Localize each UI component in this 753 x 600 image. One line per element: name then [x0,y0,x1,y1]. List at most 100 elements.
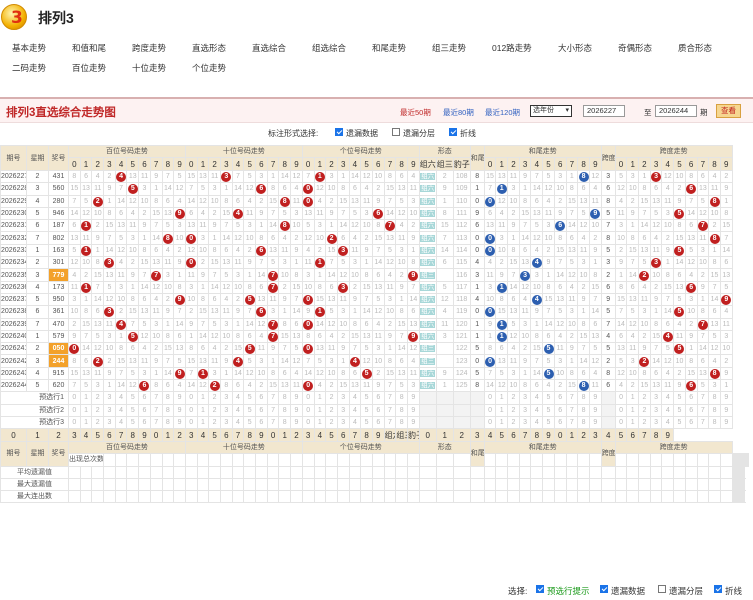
miss-cell: 15 [184,169,198,184]
stat-cell [126,490,140,504]
miss-cell: 14 [290,305,303,319]
query-button[interactable]: 查看 [716,104,741,118]
miss-cell: 15 [542,292,555,307]
miss-cell: 12 [149,280,163,294]
nav-item-0-2[interactable]: 跨度走势 [132,42,166,54]
polyline-checkbox[interactable] [449,128,457,136]
predict-row[interactable]: 预选行2 0 1 2 3 4 5 6 7 8 9 0 1 2 3 4 5 6 7 8 9 0 1 2 3 4 5 6 7 8 9 0 1 2 3 4 5… [0,403,749,417]
miss-cell: 3 [360,206,373,221]
miss-cell: 1 [313,268,327,282]
hit-cell: 1 [495,329,509,344]
nav-item-0-6[interactable]: 和尾走势 [372,42,406,54]
miss-cell: 15 [684,366,698,381]
miss-cell: 5 [719,280,733,294]
shape-cell: 组六 [418,219,437,233]
stat-cell [626,477,640,492]
digit-header: 6 [371,157,385,171]
miss-cell: 3 [483,280,497,294]
miss-cell: 13 [68,231,81,245]
digit-header: 9 [371,428,385,443]
miss-cell: 7 [719,231,733,245]
predict-digit: 7 [149,391,163,405]
miss-cell: 14 [138,280,151,294]
nav-item-0-11[interactable]: 质合形态 [678,42,712,54]
stat-cell [395,477,408,492]
predict-row[interactable]: 预选行1 0 1 2 3 4 5 6 7 8 9 0 1 2 3 4 5 6 7 8 9 0 1 2 3 4 5 6 7 8 9 0 1 2 3 4 5… [0,391,749,405]
predict-hint-checkbox[interactable] [536,585,544,593]
miss-cell: 2 [638,329,651,344]
footer-layer-checkbox[interactable] [658,585,666,593]
shape-cell: 组三 [418,342,437,356]
hit-ball: 5 [127,184,138,195]
digit-header: 0 [184,157,198,171]
digit-header: 4 [196,428,210,443]
miss-cell: 13 [79,366,93,381]
nav-item-0-0[interactable]: 基本走势 [12,42,46,54]
from-issue-input[interactable]: 2026227 [583,105,625,117]
miss-cell: 11 [313,206,327,221]
miss-cell: 8 [673,219,686,233]
nav-item-0-5[interactable]: 组选综合 [312,42,346,54]
miss-cell: 11 [483,268,497,282]
miss-cell: 7 [684,194,698,208]
miss-cell: 3 [266,305,280,319]
miss-cell: 12 [518,280,532,294]
hit-cell: 5 [243,292,257,307]
nav-item-0-9[interactable]: 大小形态 [558,42,592,54]
miss-cell: 13 [196,354,210,368]
nav-item-0-3[interactable]: 直选形态 [192,42,226,54]
table-row: 2026229 4 280 7 5 2 1 14 12 10 8 6 4 14 12 10 8 6 4 2 15 8 11 0… [0,194,749,208]
miss-cell: 14 [184,194,198,208]
recent-120-link[interactable]: 最近120期 [485,107,520,118]
footer-missing-checkbox[interactable] [600,585,608,593]
hit-cell: 4 [231,206,245,221]
nav-item-0-8[interactable]: 012路走势 [492,42,532,54]
zu3-miss: 14 [435,243,454,258]
miss-cell: 9 [638,342,651,356]
predict-row[interactable]: 预选行3 0 1 2 3 4 5 6 7 8 9 0 1 2 3 4 5 6 7 8 9 0 1 2 3 4 5 6 7 8 9 0 1 2 3 4 5… [0,415,749,430]
stat-cell [138,465,151,479]
missing-layer-checkbox[interactable] [392,128,400,136]
nav-item-1-2[interactable]: 十位走势 [132,62,166,74]
recent-50-link[interactable]: 最近50期 [400,107,431,118]
hit-cell: 0 [301,182,315,196]
stat-cell [348,490,362,504]
nav-item-1-3[interactable]: 个位走势 [192,62,226,74]
miss-cell: 7 [395,329,408,344]
miss-cell: 11 [542,206,555,221]
digit-header: 6 [103,428,116,443]
nav-item-0-7[interactable]: 组三走势 [432,42,466,54]
nav-item-0-10[interactable]: 奇偶形态 [618,42,652,54]
miss-cell: 9 [649,292,663,307]
baozi-miss: 109 [452,182,471,196]
to-issue-input[interactable]: 2026244 [655,105,697,117]
nav-item-0-1[interactable]: 和值和尾 [72,42,106,54]
miss-cell: 6 [518,243,532,258]
nav-item-0-4[interactable]: 直选综合 [252,42,286,54]
digit-header: 5 [360,157,373,171]
miss-cell: 3 [626,354,640,368]
span-cell: 5 [600,206,616,221]
digit-header: 5 [91,428,105,443]
miss-cell: 12 [360,169,373,184]
miss-cell: 4 [542,194,555,208]
predict-digit: 6 [553,391,567,405]
year-select[interactable]: 选年份 ▾ [530,105,572,117]
stat-cell [173,490,186,504]
footer-line-checkbox[interactable] [714,585,722,593]
miss-cell: 13 [407,317,420,331]
recent-80-link[interactable]: 最近80期 [443,107,474,118]
miss-cell: 4 [518,292,532,307]
hit-cell: 3 [103,305,116,319]
missing-data-checkbox[interactable] [335,128,343,136]
hit-cell: 0 [483,194,497,208]
predict-digit: 4 [114,415,128,430]
nav-item-1-0[interactable]: 二码走势 [12,62,46,74]
miss-cell: 8 [507,243,520,258]
miss-cell: 4 [149,292,163,307]
predict-blank [469,415,485,430]
nav-item-1-1[interactable]: 百位走势 [72,62,106,74]
miss-cell: 8 [173,280,186,294]
miss-cell: 13 [91,317,105,331]
stat-cell [708,465,721,479]
